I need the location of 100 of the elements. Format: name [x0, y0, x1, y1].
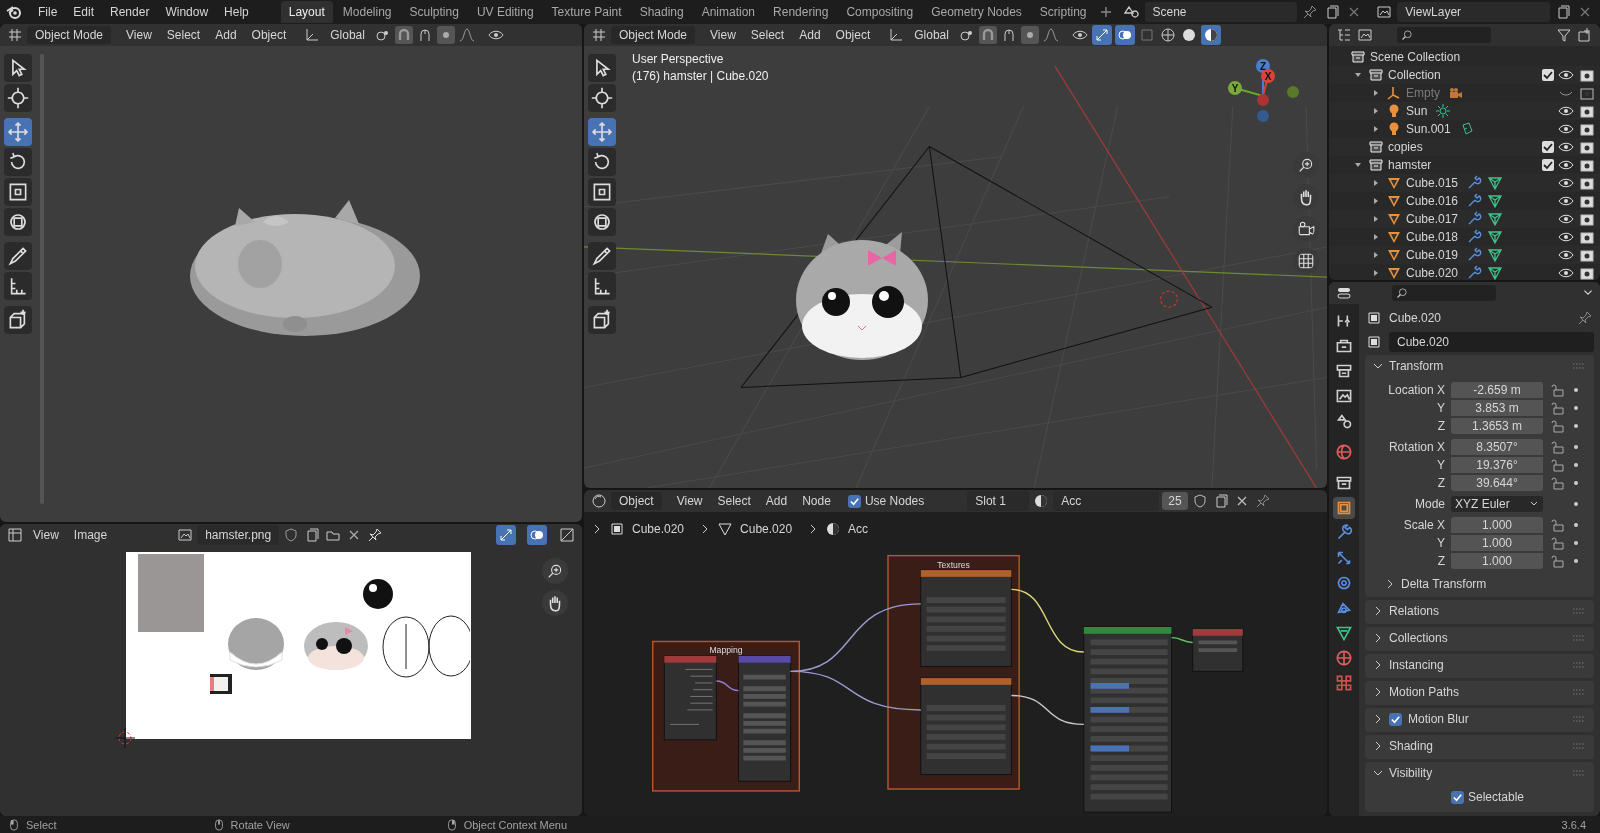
menu-item[interactable]: View	[120, 26, 158, 44]
number-field[interactable]: 1.3653 m	[1451, 417, 1543, 434]
keyframe-dot-icon[interactable]	[1573, 539, 1579, 546]
search-field[interactable]	[1397, 27, 1491, 43]
display-mode-icon[interactable]	[1356, 26, 1374, 44]
chevron-icon[interactable]	[1373, 687, 1383, 697]
editor-type-icon[interactable]	[590, 26, 608, 44]
editor-type-icon[interactable]	[6, 26, 24, 44]
shader-node-drawing[interactable]	[920, 677, 1012, 775]
menu-item[interactable]: Node	[796, 492, 837, 510]
chevron-icon[interactable]	[1373, 714, 1383, 724]
panel-title[interactable]: Relations	[1389, 604, 1440, 618]
menu-item[interactable]: Image	[67, 526, 114, 544]
node-frame[interactable]: Mapping	[652, 640, 800, 792]
falloff-curve-icon[interactable]	[1041, 26, 1060, 44]
disclosure-triangle-icon[interactable]	[1354, 71, 1362, 79]
zoom-icon[interactable]	[542, 558, 568, 584]
disclosure-triangle-icon[interactable]	[1372, 233, 1380, 241]
menu-item[interactable]: Render	[104, 3, 156, 21]
disclosure-triangle-icon[interactable]	[1372, 251, 1380, 259]
magnet-icon[interactable]	[978, 26, 997, 44]
user-count[interactable]: 25	[1162, 492, 1188, 510]
image-icon[interactable]	[176, 526, 195, 544]
option-checkbox[interactable]	[1451, 790, 1464, 804]
keyframe-dot-icon[interactable]	[1573, 500, 1579, 507]
material-name-field[interactable]: Acc	[1053, 491, 1160, 511]
tool-icon[interactable]	[4, 242, 32, 270]
workspace-tab[interactable]: Shading	[631, 1, 692, 23]
mode-dropdown[interactable]: Object Mode	[27, 26, 112, 44]
editor-type-icon[interactable]	[6, 526, 24, 544]
menu-item[interactable]: View	[670, 492, 709, 510]
subpanel-title[interactable]: Delta Transform	[1401, 577, 1487, 591]
overlay-toggle-icon[interactable]	[527, 525, 547, 545]
material-shading-icon[interactable]	[1200, 25, 1221, 45]
menu-item[interactable]: Edit	[67, 3, 101, 21]
outliner-item[interactable]: Cube.015	[1406, 176, 1459, 190]
number-field[interactable]: 8.3507°	[1451, 438, 1543, 455]
mode-dropdown[interactable]: Object Mode	[611, 26, 696, 44]
tool-icon[interactable]	[588, 84, 616, 112]
breadcrumb-item[interactable]: Cube.020	[740, 522, 793, 536]
keyframe-dot-icon[interactable]	[1573, 386, 1579, 393]
outliner-item[interactable]: Cube.016	[1406, 194, 1459, 208]
outliner-item[interactable]: Sun	[1406, 104, 1428, 118]
breadcrumb-item[interactable]: Cube.020	[632, 522, 685, 536]
grip-icon[interactable]	[1572, 743, 1586, 749]
gizmo-toggle-icon[interactable]	[1091, 25, 1112, 45]
chevron-icon[interactable]	[1373, 633, 1383, 643]
chevron-icon[interactable]	[1385, 579, 1395, 589]
gizmo-toggle-icon[interactable]	[496, 525, 516, 545]
blender-logo-icon[interactable]	[6, 4, 22, 20]
keyframe-dot-icon[interactable]	[1573, 404, 1579, 411]
workspace-tab[interactable]: Geometry Nodes	[923, 1, 1030, 23]
menu-item[interactable]: Select	[711, 492, 757, 510]
number-field[interactable]: 1.000	[1451, 552, 1543, 569]
wireframe-shading-icon[interactable]	[1158, 26, 1177, 44]
menu-item[interactable]: Add	[793, 26, 827, 44]
panel-checkbox[interactable]	[1389, 712, 1402, 726]
outliner-item[interactable]: Collection	[1388, 68, 1441, 82]
shader-node-drawing[interactable]	[663, 655, 717, 741]
grip-icon[interactable]	[1572, 635, 1586, 641]
panel-title[interactable]: Transform	[1389, 359, 1444, 373]
shader-node-drawing[interactable]	[1192, 628, 1244, 672]
number-field[interactable]: 3.853 m	[1451, 399, 1543, 416]
number-field[interactable]: 1.000	[1451, 534, 1543, 551]
disclosure-triangle-icon[interactable]	[1372, 107, 1380, 115]
menu-item[interactable]: Add	[209, 26, 243, 44]
mode-dropdown[interactable]: XYZ Euler	[1451, 495, 1543, 512]
breadcrumb-item[interactable]: Acc	[848, 522, 869, 536]
image-name-field[interactable]: hamster.png	[197, 525, 280, 545]
tool-icon[interactable]	[4, 84, 32, 112]
keyframe-dot-icon[interactable]	[1573, 479, 1579, 486]
tool-icon[interactable]	[588, 242, 616, 270]
disclosure-triangle-icon[interactable]	[1372, 269, 1380, 277]
keyframe-dot-icon[interactable]	[1573, 461, 1579, 468]
workspace-tab[interactable]: Compositing	[838, 1, 922, 23]
disclosure-triangle-icon[interactable]	[1372, 215, 1380, 223]
grip-icon[interactable]	[1572, 662, 1586, 668]
panel-title[interactable]: Instancing	[1389, 658, 1444, 672]
filter-icon[interactable]	[1555, 26, 1573, 44]
tool-icon[interactable]	[4, 178, 32, 206]
orientation-dropdown[interactable]: Global	[324, 26, 371, 44]
panel-title[interactable]: Motion Blur	[1408, 712, 1469, 726]
scene-field[interactable]: Scene	[1144, 2, 1298, 22]
navigation-gizmo[interactable]: Z X Y	[1223, 56, 1303, 136]
exclude-checkbox[interactable]	[1542, 69, 1554, 81]
grip-icon[interactable]	[1572, 716, 1586, 722]
tool-icon[interactable]	[4, 148, 32, 176]
tool-icon[interactable]	[588, 178, 616, 206]
number-field[interactable]: 39.644°	[1451, 474, 1543, 491]
keyframe-dot-icon[interactable]	[1573, 521, 1579, 528]
panel-title[interactable]: Collections	[1389, 631, 1448, 645]
disclosure-triangle-icon[interactable]	[1372, 179, 1380, 187]
tool-icon[interactable]	[4, 208, 32, 236]
tool-icon[interactable]	[4, 272, 32, 300]
chevron-icon[interactable]	[1373, 660, 1383, 670]
tool-icon[interactable]	[588, 54, 616, 82]
tool-icon[interactable]	[588, 148, 616, 176]
workspace-tab[interactable]: Scripting	[1031, 1, 1095, 23]
shader-node-drawing[interactable]	[920, 569, 1012, 667]
number-field[interactable]: 1.000	[1451, 516, 1543, 533]
